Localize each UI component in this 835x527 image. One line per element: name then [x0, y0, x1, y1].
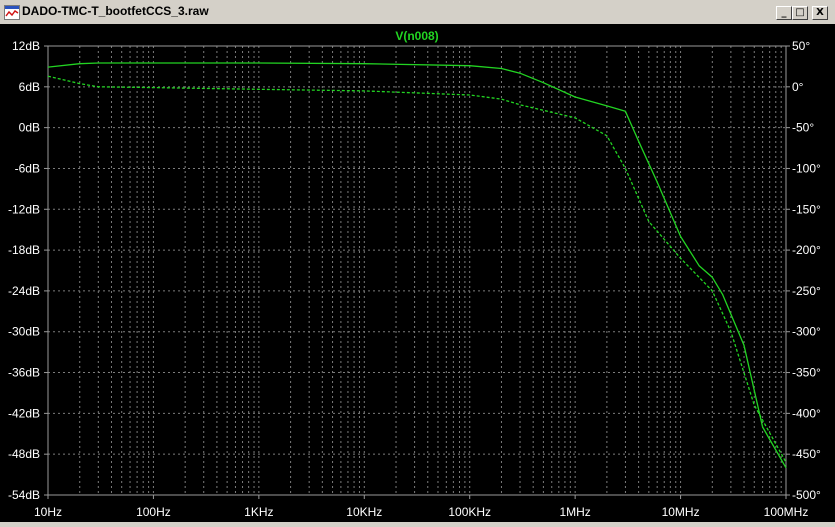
x-tick-label: 10Hz	[34, 505, 62, 519]
y2-tick-label: -250°	[792, 284, 821, 298]
y-tick-label: -54dB	[8, 488, 40, 502]
title-bar[interactable]: DADO-TMC-T_bootfetCCS_3.raw _ □ X	[0, 0, 835, 25]
x-tick-label: 1KHz	[244, 505, 273, 519]
y2-tick-label: -450°	[792, 447, 821, 461]
grid	[48, 46, 786, 495]
chart-title: V(n008)	[395, 29, 438, 43]
x-tick-label: 100Hz	[136, 505, 171, 519]
y2-tick-label: -300°	[792, 325, 821, 339]
plot-area[interactable]: 12dB 6dB 0dB -6dB -12dB -18dB -24dB -30dB -36dB -…	[0, 24, 835, 522]
y-tick-label: -30dB	[8, 325, 40, 339]
y-tick-label: -18dB	[8, 243, 40, 257]
x-tick-label: 10MHz	[662, 505, 700, 519]
y2-tick-label: -500°	[792, 488, 821, 502]
y-tick-label: -6dB	[15, 161, 40, 175]
y2-tick-label: 50°	[792, 39, 810, 53]
y2-tick-label: -100°	[792, 161, 821, 175]
y-tick-label: 6dB	[19, 80, 40, 94]
y-tick-label: -48dB	[8, 447, 40, 461]
y-tick-label: -24dB	[8, 284, 40, 298]
y2-tick-label: -50°	[792, 121, 814, 135]
y2-tick-label: -350°	[792, 366, 821, 380]
window-title: DADO-TMC-T_bootfetCCS_3.raw	[22, 4, 209, 18]
y-tick-label: 0dB	[19, 121, 40, 135]
plot-frame	[44, 45, 790, 499]
close-button[interactable]: X	[812, 6, 828, 20]
waveform-icon	[4, 5, 20, 20]
app-window: DADO-TMC-T_bootfetCCS_3.raw _ □ X 12dB 6d…	[0, 0, 835, 522]
y-tick-label: -36dB	[8, 366, 40, 380]
minimize-button[interactable]: _	[776, 6, 792, 20]
y-tick-label: -12dB	[8, 202, 40, 216]
y-tick-label: 12dB	[12, 39, 40, 53]
x-tick-label: 100MHz	[764, 505, 809, 519]
y-tick-label: -42dB	[8, 406, 40, 420]
phase-trace	[47, 75, 787, 463]
bode-plot[interactable]: 12dB 6dB 0dB -6dB -12dB -18dB -24dB -30dB -36dB -…	[0, 24, 835, 522]
x-tick-label: 1MHz	[559, 505, 590, 519]
x-tick-label: 10KHz	[346, 505, 382, 519]
x-tick-label: 100KHz	[448, 505, 491, 519]
y2-tick-label: 0°	[792, 80, 804, 94]
maximize-button[interactable]: □	[792, 6, 808, 20]
y2-tick-label: -400°	[792, 406, 821, 420]
y2-tick-label: -150°	[792, 202, 821, 216]
y2-tick-label: -200°	[792, 243, 821, 257]
